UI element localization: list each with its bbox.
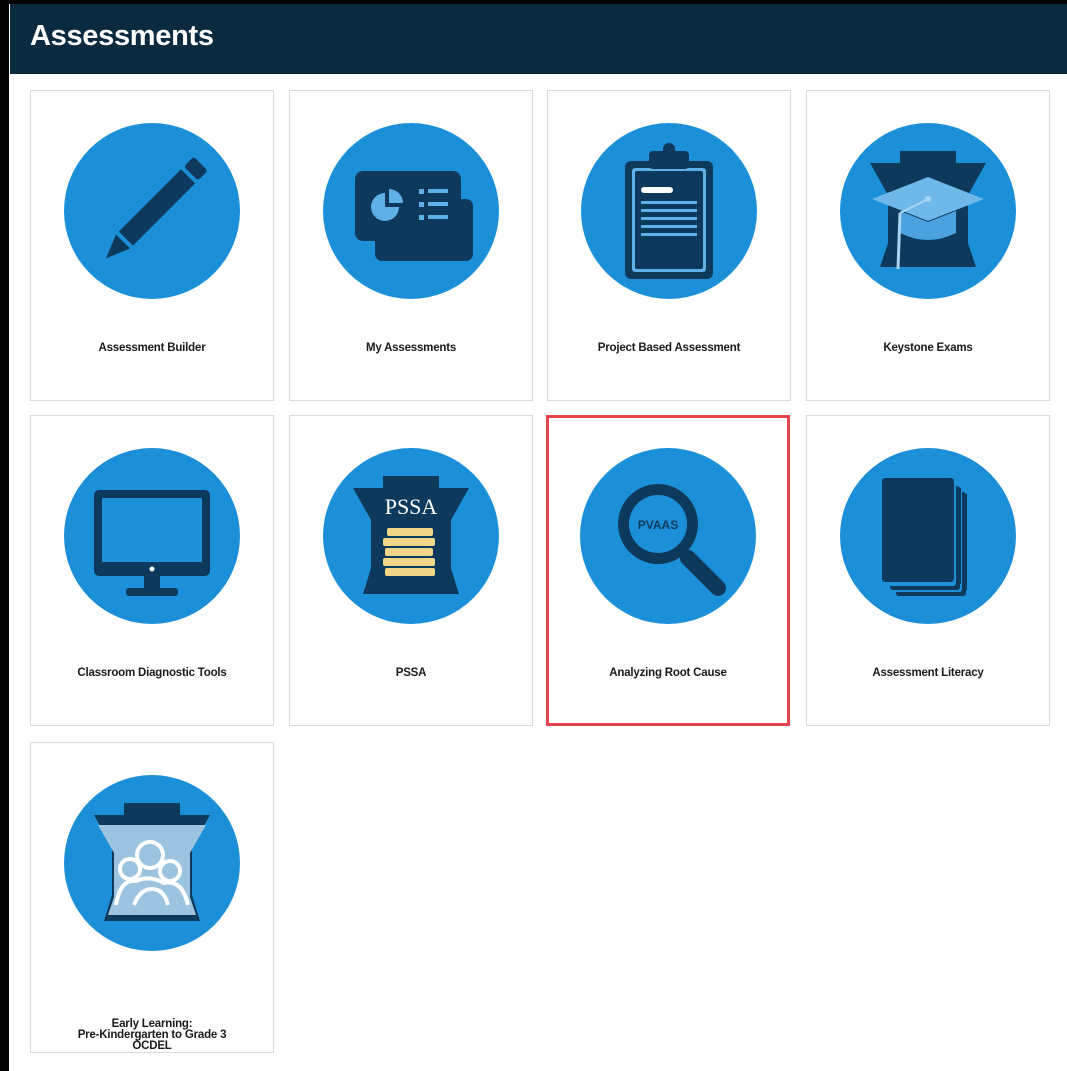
tile-project-based-assessment[interactable]: Project Based Assessment bbox=[547, 90, 791, 401]
tile-label: Assessment Builder bbox=[98, 342, 206, 354]
pvaas-magnifier-icon: PVAAS bbox=[580, 448, 756, 624]
keystone-graduation-cap-icon bbox=[840, 123, 1016, 299]
tile-label: Assessment Literacy bbox=[872, 667, 984, 679]
tile-assessment-literacy[interactable]: Assessment Literacy bbox=[806, 415, 1050, 726]
tile-assessment-builder[interactable]: Assessment Builder bbox=[30, 90, 274, 401]
pssa-keystone-books-icon: PSSA bbox=[323, 448, 499, 624]
tile-label: Keystone Exams bbox=[883, 342, 973, 354]
pvaas-icon-text: PVAAS bbox=[638, 518, 678, 532]
presentation-cards-icon bbox=[323, 123, 499, 299]
books-stack-icon bbox=[840, 448, 1016, 624]
tile-my-assessments[interactable]: My Assessments bbox=[289, 90, 533, 401]
tile-early-learning[interactable]: Early Learning: Pre-Kindergarten to Grad… bbox=[30, 742, 274, 1053]
keystone-family-icon bbox=[64, 775, 240, 951]
tile-analyzing-root-cause[interactable]: PVAAS Analyzing Root Cause bbox=[546, 415, 790, 726]
tile-label: Project Based Assessment bbox=[597, 342, 741, 354]
tile-pssa[interactable]: PSSA PSSA bbox=[289, 415, 533, 726]
pencil-icon bbox=[64, 123, 240, 299]
clipboard-icon bbox=[581, 123, 757, 299]
computer-monitor-icon bbox=[64, 448, 240, 624]
tile-label: Early Learning: Pre-Kindergarten to Grad… bbox=[77, 1018, 227, 1052]
tile-label: PSSA bbox=[395, 667, 427, 679]
tile-classroom-diagnostic-tools[interactable]: Classroom Diagnostic Tools bbox=[30, 415, 274, 726]
page-header: Assessments bbox=[10, 4, 1067, 74]
tile-keystone-exams[interactable]: Keystone Exams bbox=[806, 90, 1050, 401]
tile-label: Classroom Diagnostic Tools bbox=[77, 667, 227, 679]
window-frame-left bbox=[0, 0, 9, 1071]
page-title: Assessments bbox=[30, 20, 214, 52]
tile-label: My Assessments bbox=[365, 342, 457, 354]
tile-label: Analyzing Root Cause bbox=[609, 667, 727, 679]
pssa-icon-text: PSSA bbox=[385, 494, 438, 519]
